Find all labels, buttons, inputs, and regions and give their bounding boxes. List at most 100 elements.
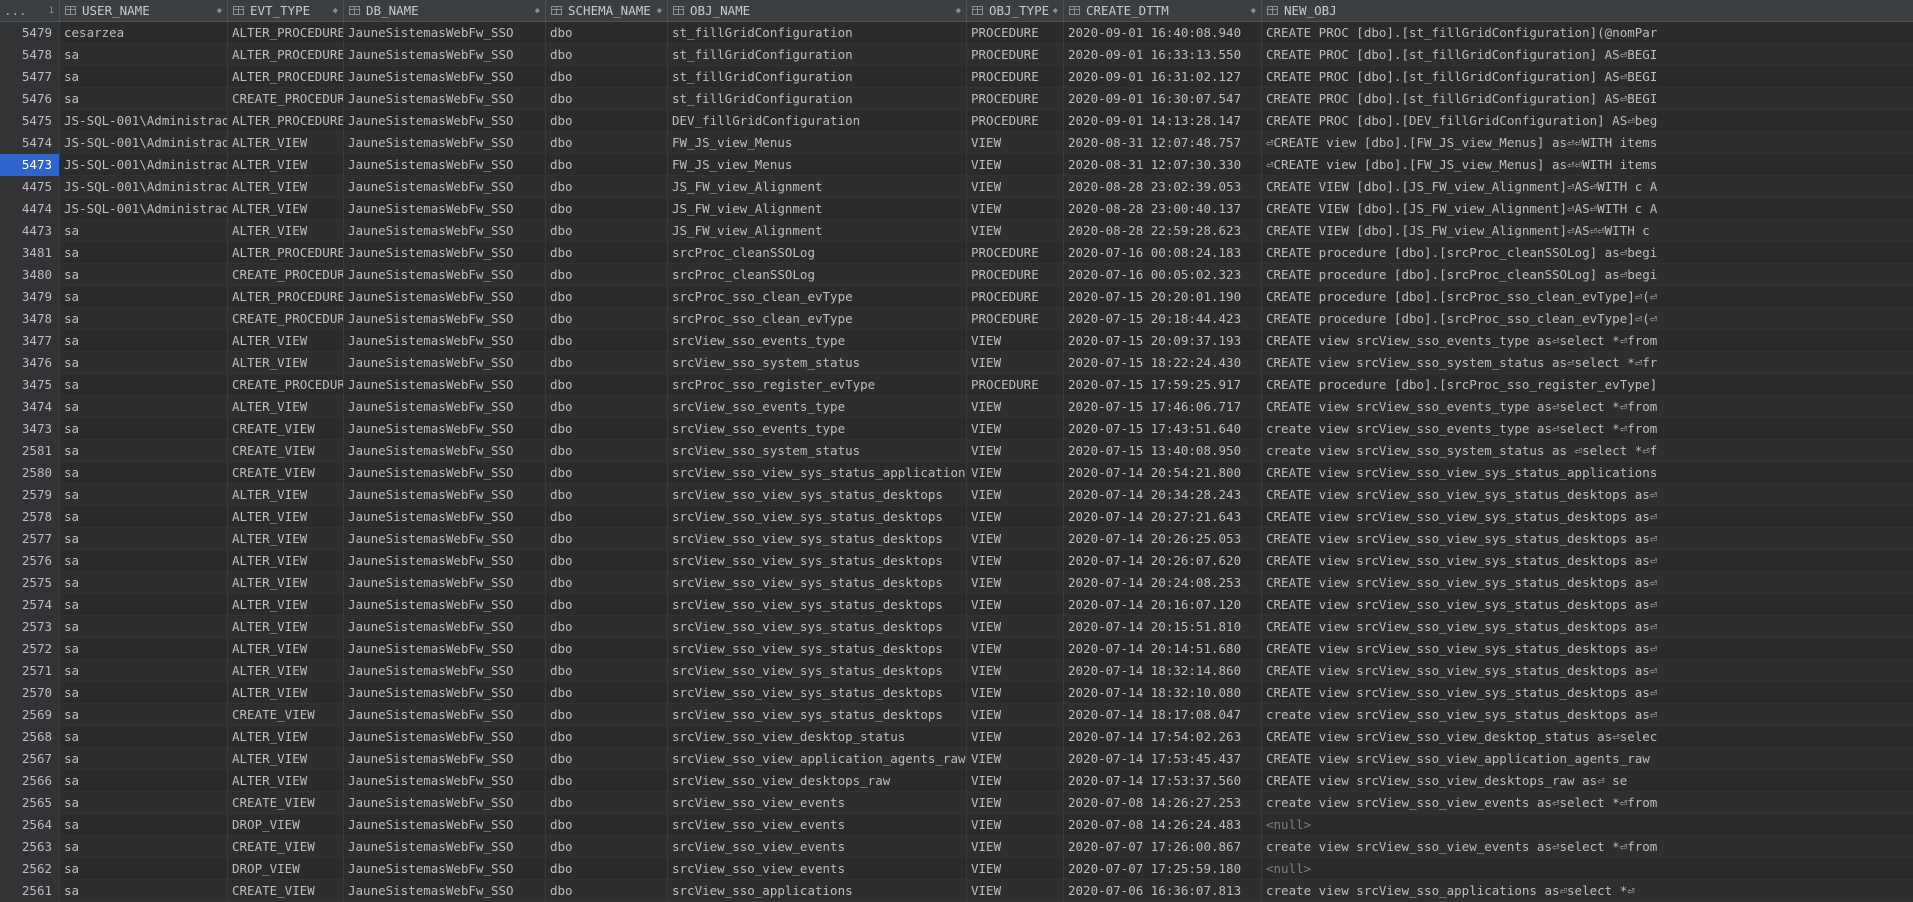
create-dttm-cell[interactable]: 2020-09-01 16:40:08.940 xyxy=(1064,22,1262,44)
obj-type-cell[interactable]: VIEW xyxy=(967,748,1064,770)
obj-name-cell[interactable]: srcView_sso_view_sys_status_desktops xyxy=(668,550,967,572)
create-dttm-cell[interactable]: 2020-07-14 18:17:08.047 xyxy=(1064,704,1262,726)
user-name-cell[interactable]: sa xyxy=(60,374,228,396)
table-row[interactable]: 3479 sa ALTER_PROCEDURE JauneSistemasWebFw_… xyxy=(0,286,1913,308)
obj-name-cell[interactable]: srcView_sso_view_events xyxy=(668,836,967,858)
db-name-cell[interactable]: JauneSistemasWebFw_SSO xyxy=(344,726,546,748)
schema-name-cell[interactable]: dbo xyxy=(546,682,668,704)
table-row[interactable]: 2567 sa ALTER_VIEW JauneSistemasWebFw_SSO db… xyxy=(0,748,1913,770)
new-obj-cell[interactable]: CREATE view srcView_sso_view_sys_status_… xyxy=(1262,660,1913,682)
evt-type-cell[interactable]: ALTER_VIEW xyxy=(228,770,344,792)
table-row[interactable]: 3478 sa CREATE_PROCEDURE JauneSistemasWebFw… xyxy=(0,308,1913,330)
create-dttm-cell[interactable]: 2020-08-31 12:07:48.757 xyxy=(1064,132,1262,154)
obj-type-cell[interactable]: VIEW xyxy=(967,198,1064,220)
db-name-cell[interactable]: JauneSistemasWebFw_SSO xyxy=(344,704,546,726)
db-name-cell[interactable]: JauneSistemasWebFw_SSO xyxy=(344,550,546,572)
new-obj-cell[interactable]: CREATE procedure [dbo].[srcProc_cleanSSO… xyxy=(1262,242,1913,264)
create-dttm-cell[interactable]: 2020-07-15 13:40:08.950 xyxy=(1064,440,1262,462)
schema-name-cell[interactable]: dbo xyxy=(546,770,668,792)
obj-type-cell[interactable]: PROCEDURE xyxy=(967,66,1064,88)
user-name-cell[interactable]: sa xyxy=(60,484,228,506)
evt-type-cell[interactable]: DROP_VIEW xyxy=(228,814,344,836)
evt-type-cell[interactable]: ALTER_VIEW xyxy=(228,528,344,550)
row-number-cell[interactable]: 4474 xyxy=(0,198,60,220)
new-obj-cell[interactable]: CREATE view srcView_sso_view_sys_status_… xyxy=(1262,572,1913,594)
header-obj-type[interactable]: OBJ_TYPE ◆ xyxy=(967,0,1064,22)
new-obj-cell[interactable]: CREATE view srcView_sso_view_application… xyxy=(1262,748,1913,770)
new-obj-cell[interactable]: CREATE view srcView_sso_view_sys_status_… xyxy=(1262,682,1913,704)
obj-name-cell[interactable]: srcView_sso_events_type xyxy=(668,396,967,418)
db-name-cell[interactable]: JauneSistemasWebFw_SSO xyxy=(344,220,546,242)
schema-name-cell[interactable]: dbo xyxy=(546,264,668,286)
table-row[interactable]: 2568 sa ALTER_VIEW JauneSistemasWebFw_SSO db… xyxy=(0,726,1913,748)
user-name-cell[interactable]: JS-SQL-001\Administrador xyxy=(60,198,228,220)
obj-type-cell[interactable]: VIEW xyxy=(967,814,1064,836)
evt-type-cell[interactable]: ALTER_PROCEDURE xyxy=(228,22,344,44)
row-number-cell[interactable]: 3481 xyxy=(0,242,60,264)
obj-name-cell[interactable]: srcView_sso_view_sys_status_desktops xyxy=(668,528,967,550)
table-row[interactable]: 5475 JS-SQL-001\Administrador ALTER_PROCED… xyxy=(0,110,1913,132)
obj-name-cell[interactable]: srcView_sso_view_events xyxy=(668,814,967,836)
obj-type-cell[interactable]: VIEW xyxy=(967,220,1064,242)
evt-type-cell[interactable]: CREATE_PROCEDURE xyxy=(228,88,344,110)
row-number-cell[interactable]: 5476 xyxy=(0,88,60,110)
create-dttm-cell[interactable]: 2020-07-14 17:53:45.437 xyxy=(1064,748,1262,770)
user-name-cell[interactable]: sa xyxy=(60,330,228,352)
obj-type-cell[interactable]: VIEW xyxy=(967,726,1064,748)
obj-type-cell[interactable]: VIEW xyxy=(967,462,1064,484)
schema-name-cell[interactable]: dbo xyxy=(546,726,668,748)
user-name-cell[interactable]: sa xyxy=(60,550,228,572)
evt-type-cell[interactable]: CREATE_VIEW xyxy=(228,792,344,814)
evt-type-cell[interactable]: ALTER_VIEW xyxy=(228,594,344,616)
user-name-cell[interactable]: sa xyxy=(60,660,228,682)
table-row[interactable]: 2565 sa CREATE_VIEW JauneSistemasWebFw_SSO d… xyxy=(0,792,1913,814)
schema-name-cell[interactable]: dbo xyxy=(546,858,668,880)
row-number-cell[interactable]: 5477 xyxy=(0,66,60,88)
new-obj-cell[interactable]: ⏎CREATE view [dbo].[FW_JS_view_Menus] as… xyxy=(1262,154,1913,176)
create-dttm-cell[interactable]: 2020-08-28 22:59:28.623 xyxy=(1064,220,1262,242)
user-name-cell[interactable]: sa xyxy=(60,616,228,638)
schema-name-cell[interactable]: dbo xyxy=(546,132,668,154)
new-obj-cell[interactable]: CREATE view srcView_sso_view_sys_status_… xyxy=(1262,550,1913,572)
obj-name-cell[interactable]: srcView_sso_view_sys_status_applications xyxy=(668,462,967,484)
row-number-cell[interactable]: 3477 xyxy=(0,330,60,352)
new-obj-cell[interactable]: CREATE VIEW [dbo].[JS_FW_view_Alignment]… xyxy=(1262,176,1913,198)
obj-type-cell[interactable]: VIEW xyxy=(967,176,1064,198)
obj-name-cell[interactable]: srcView_sso_view_sys_status_desktops xyxy=(668,638,967,660)
create-dttm-cell[interactable]: 2020-08-31 12:07:30.330 xyxy=(1064,154,1262,176)
obj-type-cell[interactable]: VIEW xyxy=(967,440,1064,462)
header-new-obj[interactable]: NEW_OBJ xyxy=(1262,0,1913,22)
table-row[interactable]: 3473 sa CREATE_VIEW JauneSistemasWebFw_SSO d… xyxy=(0,418,1913,440)
schema-name-cell[interactable]: dbo xyxy=(546,44,668,66)
obj-type-cell[interactable]: VIEW xyxy=(967,396,1064,418)
header-create-dttm[interactable]: CREATE_DTTM ◆ xyxy=(1064,0,1262,22)
row-number-cell[interactable]: 2571 xyxy=(0,660,60,682)
evt-type-cell[interactable]: ALTER_VIEW xyxy=(228,132,344,154)
obj-name-cell[interactable]: srcView_sso_view_sys_status_desktops xyxy=(668,616,967,638)
evt-type-cell[interactable]: ALTER_VIEW xyxy=(228,748,344,770)
obj-name-cell[interactable]: srcView_sso_view_events xyxy=(668,792,967,814)
schema-name-cell[interactable]: dbo xyxy=(546,550,668,572)
db-name-cell[interactable]: JauneSistemasWebFw_SSO xyxy=(344,66,546,88)
table-row[interactable]: 2562 sa DROP_VIEW JauneSistemasWebFw_SSO dbo… xyxy=(0,858,1913,880)
schema-name-cell[interactable]: dbo xyxy=(546,792,668,814)
schema-name-cell[interactable]: dbo xyxy=(546,352,668,374)
create-dttm-cell[interactable]: 2020-07-15 20:20:01.190 xyxy=(1064,286,1262,308)
table-row[interactable]: 3474 sa ALTER_VIEW JauneSistemasWebFw_SSO db… xyxy=(0,396,1913,418)
obj-type-cell[interactable]: PROCEDURE xyxy=(967,308,1064,330)
schema-name-cell[interactable]: dbo xyxy=(546,660,668,682)
row-number-cell[interactable]: 2576 xyxy=(0,550,60,572)
obj-name-cell[interactable]: FW_JS_view_Menus xyxy=(668,132,967,154)
new-obj-cell[interactable]: CREATE procedure [dbo].[srcProc_sso_clea… xyxy=(1262,286,1913,308)
row-number-cell[interactable]: 3476 xyxy=(0,352,60,374)
obj-type-cell[interactable]: VIEW xyxy=(967,154,1064,176)
db-name-cell[interactable]: JauneSistemasWebFw_SSO xyxy=(344,506,546,528)
db-name-cell[interactable]: JauneSistemasWebFw_SSO xyxy=(344,484,546,506)
user-name-cell[interactable]: JS-SQL-001\Administrador xyxy=(60,176,228,198)
new-obj-cell[interactable]: CREATE procedure [dbo].[srcProc_sso_regi… xyxy=(1262,374,1913,396)
new-obj-cell[interactable]: <null> xyxy=(1262,858,1913,880)
schema-name-cell[interactable]: dbo xyxy=(546,176,668,198)
evt-type-cell[interactable]: CREATE_VIEW xyxy=(228,440,344,462)
table-row[interactable]: 2572 sa ALTER_VIEW JauneSistemasWebFw_SSO db… xyxy=(0,638,1913,660)
table-row[interactable]: 2561 sa CREATE_VIEW JauneSistemasWebFw_SSO d… xyxy=(0,880,1913,902)
